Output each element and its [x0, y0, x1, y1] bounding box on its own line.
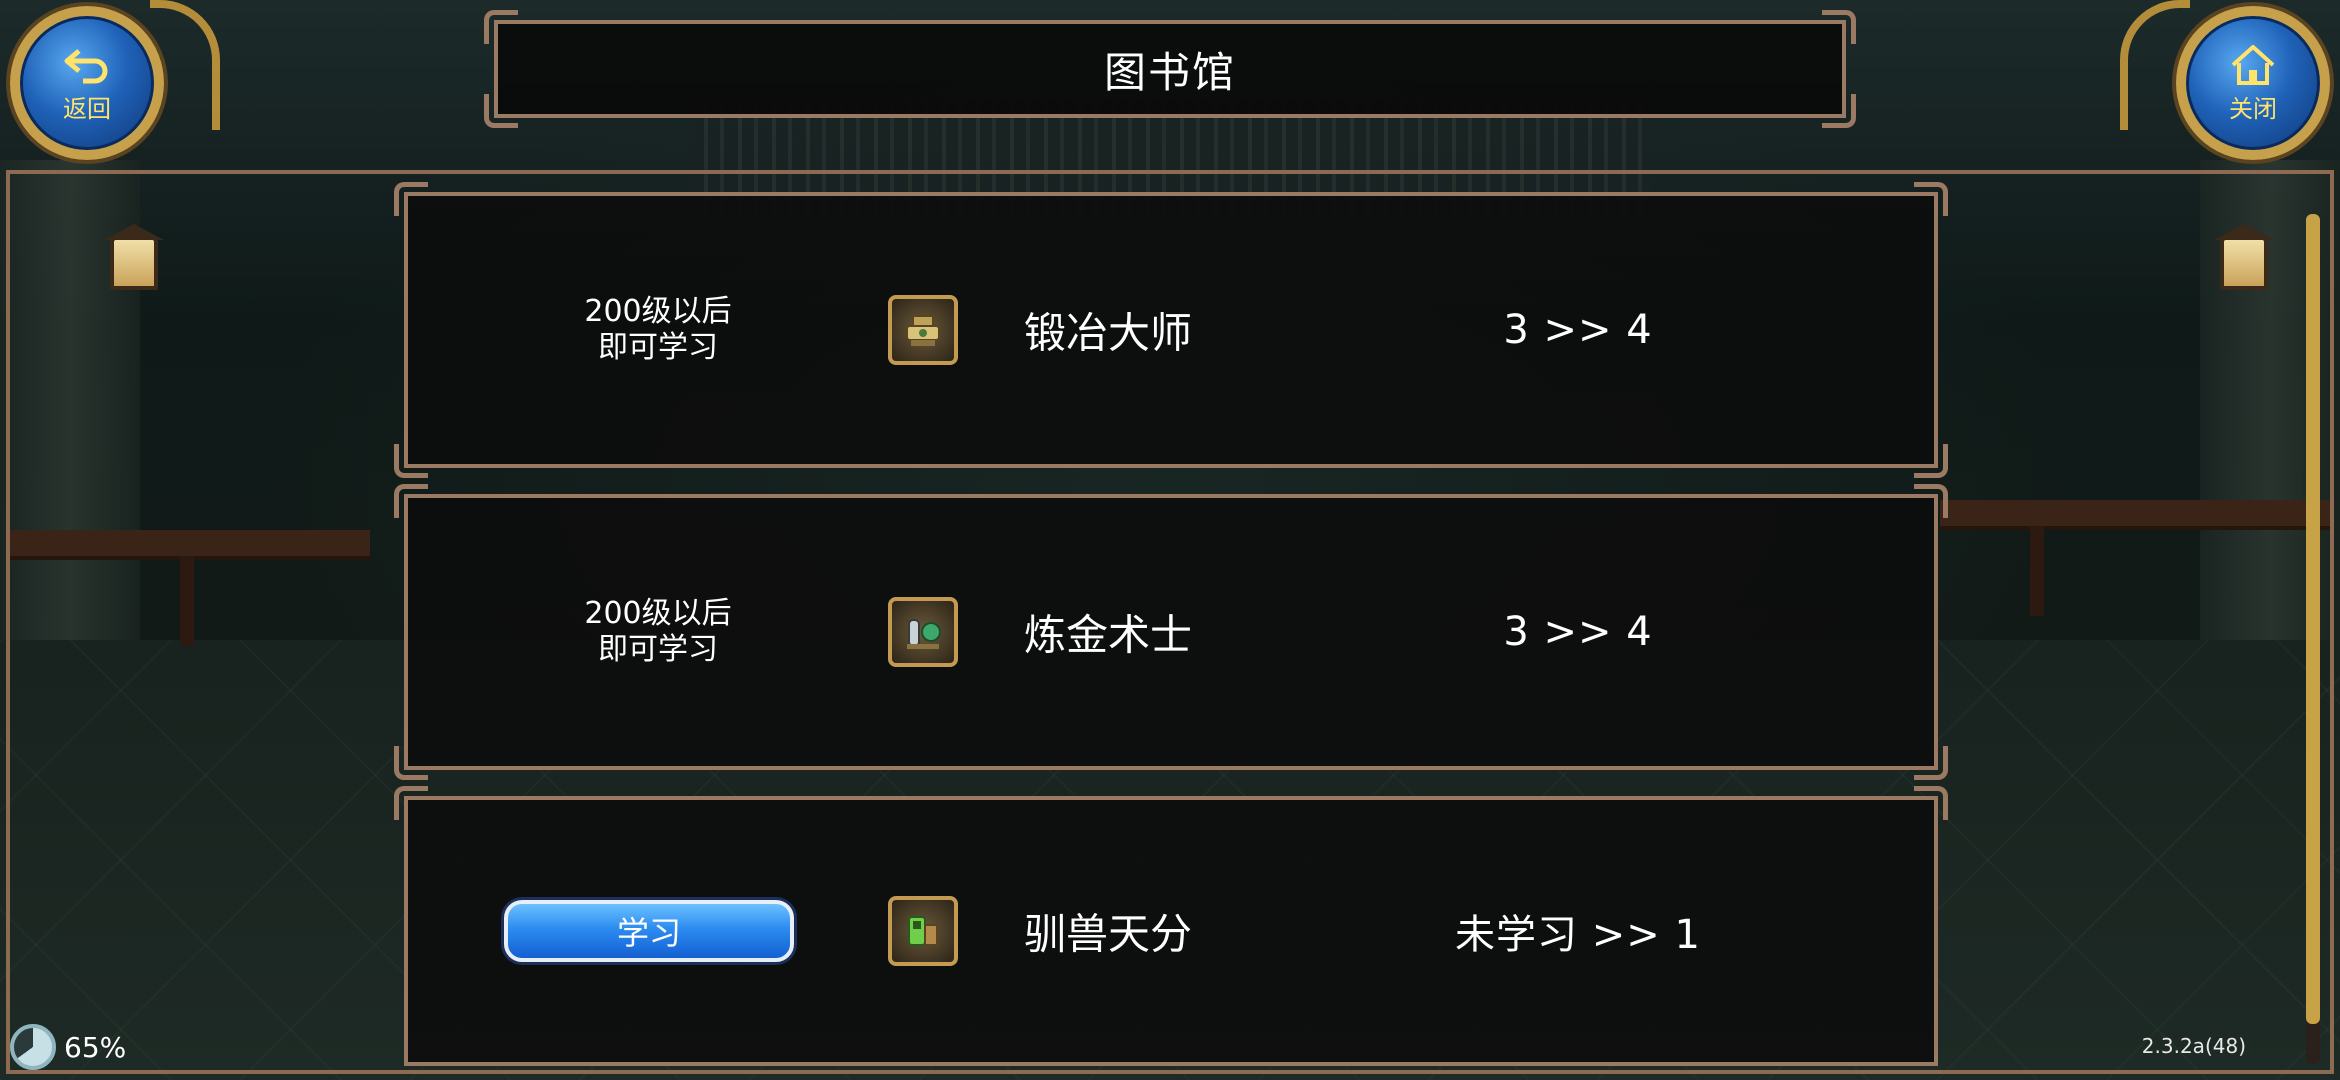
lantern-icon	[2214, 224, 2274, 290]
skill-level: 3 >> 4	[1503, 307, 1653, 353]
corner-ornament	[1822, 10, 1856, 44]
corner-ornament	[1822, 94, 1856, 128]
requirement-line: 200级以后	[584, 596, 732, 631]
skill-level: 3 >> 4	[1503, 609, 1653, 655]
taming-icon	[888, 896, 958, 966]
corner-ornament	[1914, 746, 1948, 780]
lantern-icon	[104, 224, 164, 290]
table-leg	[180, 556, 194, 646]
corner-ornament	[394, 746, 428, 780]
corner-ornament	[1914, 786, 1948, 820]
close-label: 关闭	[2229, 94, 2277, 123]
requirement-line: 200级以后	[584, 294, 732, 329]
corner-ornament	[1914, 444, 1948, 478]
scrollbar-track[interactable]	[2306, 214, 2320, 1064]
battery-icon	[10, 1024, 56, 1070]
battery-indicator: 65%	[10, 1024, 126, 1070]
background-table-left	[10, 530, 370, 556]
background-table-right	[1940, 500, 2330, 526]
skill-name: 驯兽天分	[1024, 909, 1193, 959]
corner-ornament	[394, 444, 428, 478]
skill-row-taming: 学习 驯兽天分 未学习 >> 1	[394, 786, 1948, 1066]
page-title: 图书馆	[1103, 47, 1236, 97]
close-button[interactable]: 关闭	[2176, 6, 2330, 160]
corner-ornament	[484, 10, 518, 44]
requirement-line: 即可学习	[598, 632, 718, 667]
corner-ornament	[394, 786, 428, 820]
skill-name: 锻冶大师	[1024, 308, 1193, 358]
scrollbar-thumb[interactable]	[2306, 214, 2320, 1024]
table-leg	[2030, 526, 2044, 616]
corner-ornament	[394, 182, 428, 216]
skill-row-alchemy: 200级以后 即可学习 炼金术士 3 >> 4	[394, 484, 1948, 780]
level-requirement: 200级以后 即可学习	[538, 294, 778, 366]
level-requirement: 200级以后 即可学习	[538, 596, 778, 668]
back-button[interactable]: 返回	[10, 6, 164, 160]
version-label: 2.3.2a(48)	[2141, 1034, 2246, 1058]
skill-row-forging: 200级以后 即可学习 锻冶大师 3 >> 4	[394, 182, 1948, 478]
back-arrow-icon	[64, 48, 108, 83]
corner-ornament	[394, 484, 428, 518]
library-screen: 返回 关闭 图书馆 200级以后 即可学习 锻冶大师 3 >> 4 200级以后…	[0, 0, 2340, 1080]
home-icon	[2231, 44, 2275, 85]
corner-ornament	[1914, 484, 1948, 518]
forging-icon	[888, 295, 958, 365]
skill-level: 未学习 >> 1	[1455, 912, 1701, 958]
alchemy-icon	[888, 597, 958, 667]
learn-button[interactable]: 学习	[504, 900, 794, 962]
corner-ornament	[1914, 182, 1948, 216]
requirement-line: 即可学习	[598, 330, 718, 365]
title-bar: 图书馆	[484, 10, 1856, 128]
corner-ornament	[484, 94, 518, 128]
skill-name: 炼金术士	[1024, 610, 1193, 660]
battery-percent: 65%	[64, 1030, 127, 1064]
back-label: 返回	[63, 94, 111, 123]
